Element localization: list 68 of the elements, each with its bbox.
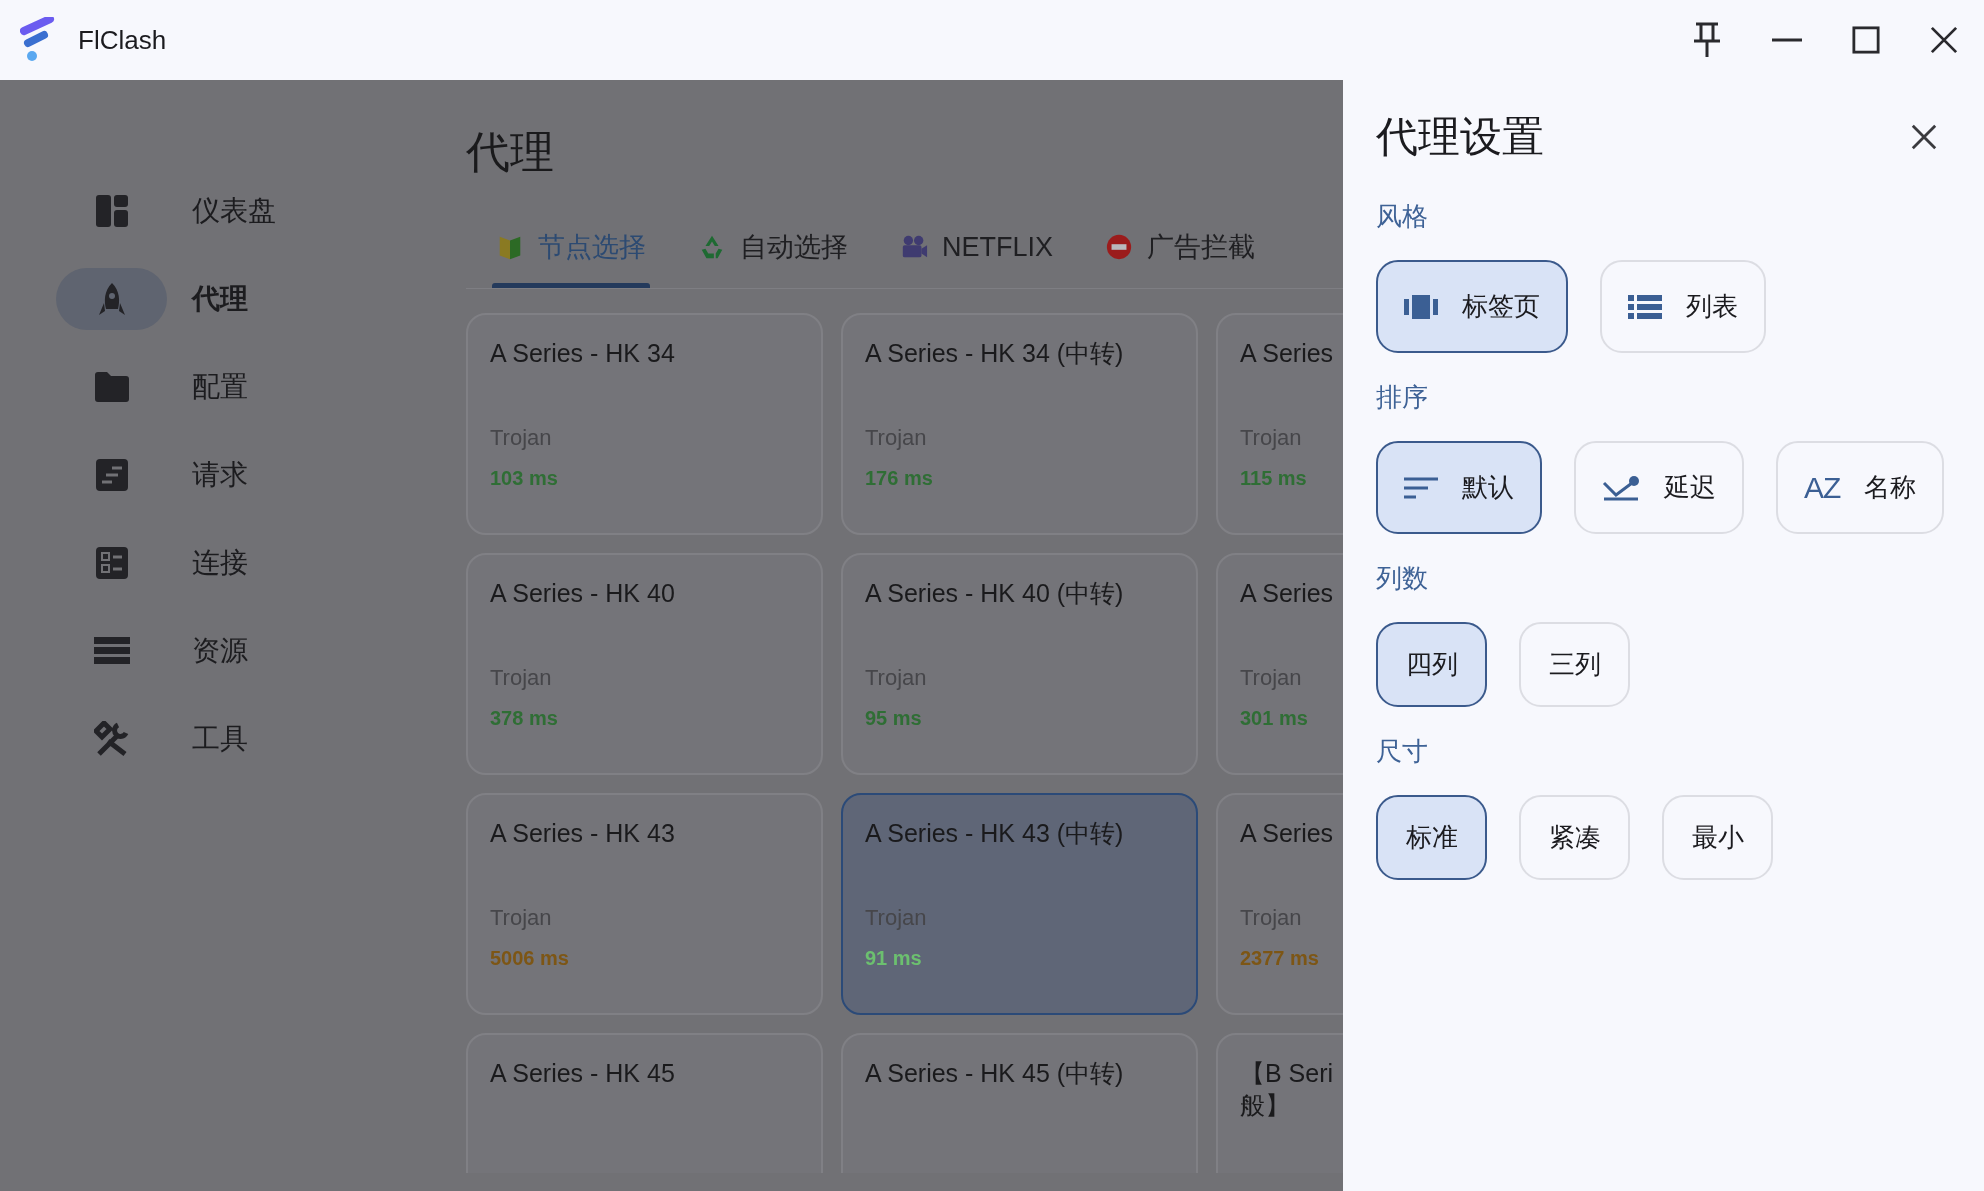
app-logo [20,17,56,63]
option-button[interactable]: 紧凑 [1519,795,1630,880]
nav-item[interactable]: 工具 [0,708,440,770]
tabs-icon [1404,294,1438,319]
proxy-name: A Series - HK 34 [490,338,676,369]
document-icon [93,457,130,493]
section-label: 列数 [1376,562,1429,595]
proxy-card[interactable]: A Series - HK 45 [466,1033,823,1173]
option-button[interactable]: 默认 [1376,441,1542,534]
window-title: FlClash [78,24,167,56]
tab[interactable]: 广告拦截 [1101,210,1260,284]
latency: 91 ms [865,947,923,970]
proxy-name: A Series [1240,578,1335,609]
proxy-name: 【B Seri 般】 [1240,1058,1335,1121]
option-button[interactable]: 三列 [1519,622,1630,707]
checklist-icon [93,545,130,581]
proxy-name: A Series [1240,338,1335,369]
nav-item[interactable]: 配置 [0,356,440,418]
proxy-name: A Series - HK 34 (中转) [865,338,1125,369]
latency: 2377 ms [1240,947,1320,970]
option-button[interactable]: 列表 [1600,260,1766,353]
latency: 301 ms [1240,707,1309,730]
proxy-card[interactable]: A Series - HK 45 (中转) [841,1033,1198,1173]
sort-icon [1404,475,1438,500]
proxy-name: A Series - HK 43 [490,818,676,849]
tab[interactable]: 自动选择 [694,210,852,284]
tab[interactable]: NETFLIX [896,210,1058,284]
option-button[interactable]: 四列 [1376,622,1487,707]
section-label: 尺寸 [1376,735,1429,768]
close-icon[interactable] [1930,26,1958,54]
proxy-name: A Series - HK 45 (中转) [865,1058,1125,1089]
nav-item[interactable]: 连接 [0,532,440,594]
no-entry-icon [1105,233,1134,261]
close-icon[interactable] [1910,123,1938,151]
tools-icon [93,721,130,757]
latency: 103 ms [490,467,559,490]
page-title: 代理 [466,126,555,178]
option-button[interactable]: AZ 名称 [1776,441,1945,534]
option-button[interactable]: 标准 [1376,795,1487,880]
list-icon [1628,294,1662,319]
folder-icon [93,369,130,405]
option-button[interactable]: 标签页 [1376,260,1568,353]
pin-icon[interactable] [1692,22,1722,58]
minimize-icon[interactable] [1772,38,1802,42]
nav-item[interactable]: 资源 [0,620,440,682]
proxy-name: A Series [1240,818,1335,849]
latency: 115 ms [1240,467,1308,490]
checkmark-icon [1602,474,1640,501]
drawer-title: 代理设置 [1376,112,1544,162]
nav-item[interactable]: 请求 [0,444,440,506]
latency: 176 ms [865,467,934,490]
section-label: 风格 [1376,200,1429,233]
latency: 95 ms [865,707,923,730]
section-label: 排序 [1376,381,1429,414]
maximize-icon[interactable] [1852,26,1880,54]
proxy-name: A Series - HK 40 (中转) [865,578,1125,609]
proxy-card[interactable]: 【B Seri 般】 [1216,1033,1343,1173]
proxy-name: A Series - HK 43 (中转) [865,818,1125,849]
nav-item[interactable]: 代理 [0,268,440,330]
latency: 378 ms [490,707,559,730]
sort-alpha-icon: AZ [1804,470,1841,505]
proxy-name: A Series - HK 40 [490,578,676,609]
option-button[interactable]: 延迟 [1574,441,1744,534]
nav-item[interactable]: 仪表盘 [0,180,440,242]
proxy-name: A Series - HK 45 [490,1058,676,1089]
dashboard-icon [93,193,130,229]
option-button[interactable]: 最小 [1662,795,1773,880]
latency: 5006 ms [490,947,570,970]
